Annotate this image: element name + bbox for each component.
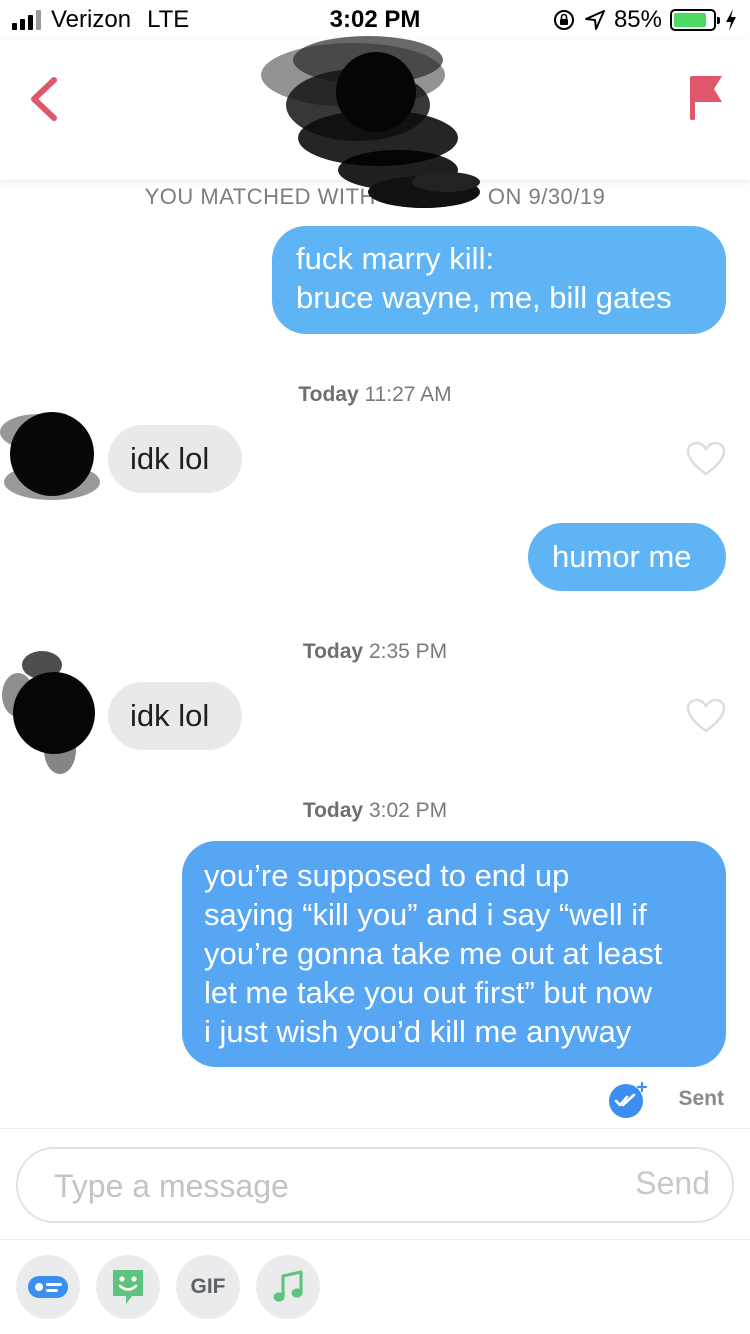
timestamp-time: 2:35 PM [368,640,448,663]
chevron-left-icon[interactable] [24,74,64,124]
message-input-wrapper: Send [16,1147,734,1223]
message-line: i just wish you’d kill me anyway [204,1014,632,1049]
message-text: humor me [552,539,692,574]
timestamp-day: Today [302,640,364,663]
message-line: saying “kill you” and i say “well if [204,897,647,932]
timestamp-day: Today [298,383,359,406]
match-banner-prefix: YOU MATCHED WITH [144,184,376,209]
gif-button[interactable]: GIF [176,1255,240,1319]
redaction-scribble [368,172,480,208]
message-text: idk lol [130,441,210,476]
message-text: idk lol [130,698,210,733]
gif-label: GIF [190,1275,226,1298]
bitmoji-icon [113,1270,143,1304]
music-button[interactable] [256,1255,320,1319]
incoming-message[interactable]: idk lol [108,425,242,493]
rotation-lock-icon [553,10,574,30]
flag-icon[interactable] [686,72,726,122]
message-card-icon [28,1276,68,1298]
incoming-message[interactable]: idk lol [108,682,242,750]
message-card-button[interactable] [16,1255,80,1319]
sent-status: Sent [678,1087,724,1110]
timestamp: Today 11:27 AM [0,383,750,407]
message-line: you’re supposed to end up [204,858,570,893]
heart-icon[interactable] [686,698,726,734]
message-line: you’re gonna take me out at least [204,936,663,971]
status-right: 85% [552,6,738,34]
timestamp-day: Today [302,799,364,822]
read-receipt-icon[interactable] [607,1080,647,1120]
outgoing-message[interactable]: you’re supposed to end up saying “kill y… [182,841,726,1067]
heart-icon[interactable] [686,441,726,477]
message-line: let me take you out first” but now [204,975,652,1010]
message-line: bruce wayne, me, bill gates [296,280,672,315]
music-note-icon [273,1270,303,1302]
message-line: fuck marry kill: [296,241,495,276]
timestamp: Today 3:02 PM [0,799,750,823]
bitmoji-button[interactable] [96,1255,160,1319]
timestamp: Today 2:35 PM [0,640,750,664]
divider [0,1239,750,1240]
timestamp-time: 3:02 PM [368,799,448,822]
chat-header [0,36,750,190]
send-button[interactable]: Send [635,1165,710,1202]
message-input[interactable] [54,1161,594,1211]
location-arrow-icon [584,10,605,30]
match-avatar-small[interactable] [0,392,100,502]
outgoing-message[interactable]: humor me [528,523,726,591]
match-banner-suffix: ON 9/30/19 [487,184,606,209]
battery-icon [670,9,720,31]
charging-bolt-icon [726,9,736,31]
composer: Send GIF [0,1128,750,1334]
match-avatar-small[interactable] [0,645,100,775]
timestamp-time: 11:27 AM [364,383,452,406]
battery-percent: 85% [613,6,662,33]
outgoing-message[interactable]: fuck marry kill: bruce wayne, me, bill g… [272,226,726,334]
